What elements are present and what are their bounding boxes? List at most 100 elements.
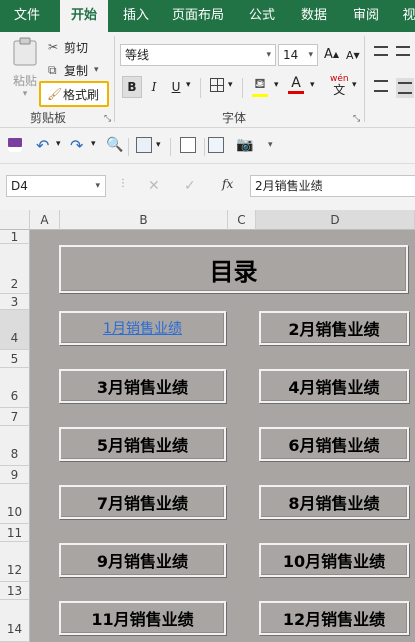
- align-top-button[interactable]: [374, 46, 388, 56]
- row-header[interactable]: 6: [0, 368, 30, 408]
- borders-button[interactable]: ▾: [210, 78, 233, 92]
- undo-button[interactable]: ↶: [36, 136, 49, 155]
- column-header-b[interactable]: B: [60, 210, 228, 230]
- fx-icon: fx: [222, 177, 234, 191]
- column-header-a[interactable]: A: [30, 210, 60, 230]
- name-box[interactable]: D4 ▾: [6, 175, 106, 197]
- floppy-disk-icon: [8, 138, 22, 152]
- clipboard-group-label: 剪贴板: [30, 111, 67, 125]
- name-box-value: D4: [11, 179, 28, 193]
- nav-button-jul[interactable]: 7月销售业绩: [59, 485, 226, 519]
- row-header[interactable]: 7: [0, 408, 30, 426]
- increase-font-size-button[interactable]: A ▲: [324, 47, 339, 62]
- row-header[interactable]: 5: [0, 350, 30, 368]
- nav-button-jan[interactable]: 1月销售业绩: [59, 311, 226, 345]
- directory-title: 目录: [209, 257, 258, 286]
- nav-button-label: 8月销售业绩: [288, 494, 380, 513]
- ribbon-home: 粘贴 ▾ ✂ 剪切 ⧉ 复制 ▾ 🖌 格式刷 剪贴板 ⤡ 等线 ▾ 14 ▾ A…: [0, 32, 415, 128]
- insert-table-button[interactable]: [208, 137, 224, 153]
- redo-dropdown-icon[interactable]: ▾: [91, 139, 96, 149]
- tab-file[interactable]: 文件: [0, 0, 54, 32]
- nav-button-apr[interactable]: 4月销售业绩: [259, 369, 409, 403]
- cancel-entry-button[interactable]: ✕: [148, 178, 160, 194]
- phonetic-guide-button[interactable]: wén 文: [330, 74, 349, 96]
- row-header[interactable]: 13: [0, 582, 30, 600]
- row-header[interactable]: 2: [0, 244, 30, 294]
- form-control-button[interactable]: [136, 137, 152, 153]
- formula-bar: D4 ▾ ⋮ ✕ ✓ fx 2月销售业绩: [0, 164, 415, 210]
- row-header[interactable]: 8: [0, 426, 30, 466]
- redo-button[interactable]: ↷: [70, 136, 83, 155]
- align-middle-button[interactable]: [396, 46, 410, 56]
- row-header[interactable]: 11: [0, 524, 30, 542]
- row-header[interactable]: 1: [0, 230, 30, 244]
- paste-button[interactable]: 粘贴 ▾: [8, 36, 42, 104]
- tab-formulas[interactable]: 公式: [238, 0, 286, 32]
- copy-icon: ⧉: [48, 62, 57, 77]
- font-color-button[interactable]: A: [288, 75, 304, 94]
- column-header-d[interactable]: D: [256, 210, 415, 230]
- nav-button-aug[interactable]: 8月销售业绩: [259, 485, 409, 519]
- scissors-icon: ✂: [48, 40, 59, 54]
- nav-button-nov[interactable]: 11月销售业绩: [59, 601, 226, 635]
- nav-button-feb[interactable]: 2月销售业绩: [259, 311, 409, 345]
- nav-button-dec[interactable]: 12月销售业绩: [259, 601, 409, 635]
- customize-toolbar-icon[interactable]: ▾: [268, 140, 273, 150]
- confirm-entry-button[interactable]: ✓: [184, 178, 196, 194]
- tab-data[interactable]: 数据: [290, 0, 338, 32]
- nav-button-jun[interactable]: 6月销售业绩: [259, 427, 409, 461]
- row-header[interactable]: 12: [0, 542, 30, 582]
- align-top-icon: [374, 46, 388, 56]
- check-icon: ✓: [184, 178, 196, 194]
- font-launcher-icon[interactable]: ⤡: [353, 114, 360, 124]
- row-header[interactable]: 4: [0, 310, 30, 350]
- cut-button[interactable]: ✂ 剪切: [48, 38, 88, 56]
- save-button[interactable]: [8, 138, 22, 152]
- undo-dropdown-icon[interactable]: ▾: [56, 139, 61, 149]
- camera-button[interactable]: 📷: [236, 137, 253, 153]
- chevron-down-icon[interactable]: ▾: [274, 80, 279, 90]
- paste-dropdown-icon[interactable]: ▾: [23, 89, 28, 99]
- formula-input[interactable]: 2月销售业绩: [250, 175, 415, 197]
- nav-button-sep[interactable]: 9月销售业绩: [59, 543, 226, 577]
- nav-button-may[interactable]: 5月销售业绩: [59, 427, 226, 461]
- row-header[interactable]: 10: [0, 484, 30, 524]
- underline-button[interactable]: U: [168, 76, 184, 98]
- divider: [170, 138, 171, 156]
- divider: [242, 78, 243, 98]
- table-icon: [208, 137, 224, 153]
- tab-home[interactable]: 开始: [60, 0, 108, 32]
- nav-button-oct[interactable]: 10月销售业绩: [259, 543, 409, 577]
- row-header[interactable]: 14: [0, 600, 30, 642]
- fill-color-button[interactable]: ⛾: [252, 76, 268, 97]
- nav-button-mar[interactable]: 3月销售业绩: [59, 369, 226, 403]
- macro-button[interactable]: [180, 137, 196, 153]
- tab-insert[interactable]: 插入: [112, 0, 160, 32]
- italic-button[interactable]: I: [146, 76, 162, 98]
- font-name-select[interactable]: 等线 ▾: [120, 44, 276, 66]
- row-header[interactable]: 9: [0, 466, 30, 484]
- tab-page-layout[interactable]: 页面布局: [164, 0, 232, 32]
- align-center-button[interactable]: [396, 78, 414, 98]
- row-header[interactable]: 3: [0, 294, 30, 310]
- nav-button-label: 3月销售业绩: [96, 378, 189, 397]
- tab-review[interactable]: 审阅: [342, 0, 390, 32]
- font-size-select[interactable]: 14 ▾: [278, 44, 318, 66]
- underline-dropdown-icon[interactable]: ▾: [186, 80, 191, 90]
- copy-button[interactable]: ⧉ 复制 ▾: [48, 61, 99, 79]
- directory-title-button[interactable]: 目录: [59, 245, 408, 293]
- print-preview-button[interactable]: 🔍: [106, 137, 123, 153]
- column-header-c[interactable]: C: [228, 210, 256, 230]
- tab-view[interactable]: 视: [394, 0, 415, 32]
- clipboard-launcher-icon[interactable]: ⤡: [104, 114, 111, 124]
- chevron-down-icon[interactable]: ▾: [352, 80, 357, 90]
- select-all-corner[interactable]: [0, 210, 30, 230]
- insert-function-button[interactable]: fx: [222, 177, 233, 191]
- bold-button[interactable]: B: [122, 76, 142, 98]
- align-left-button[interactable]: [374, 80, 388, 92]
- decrease-font-size-button[interactable]: A ▼: [346, 49, 360, 62]
- chevron-down-icon[interactable]: ▾: [156, 140, 161, 150]
- format-painter-button[interactable]: 🖌 格式刷: [39, 81, 109, 107]
- copy-dropdown-icon[interactable]: ▾: [94, 65, 99, 75]
- chevron-down-icon[interactable]: ▾: [310, 80, 315, 90]
